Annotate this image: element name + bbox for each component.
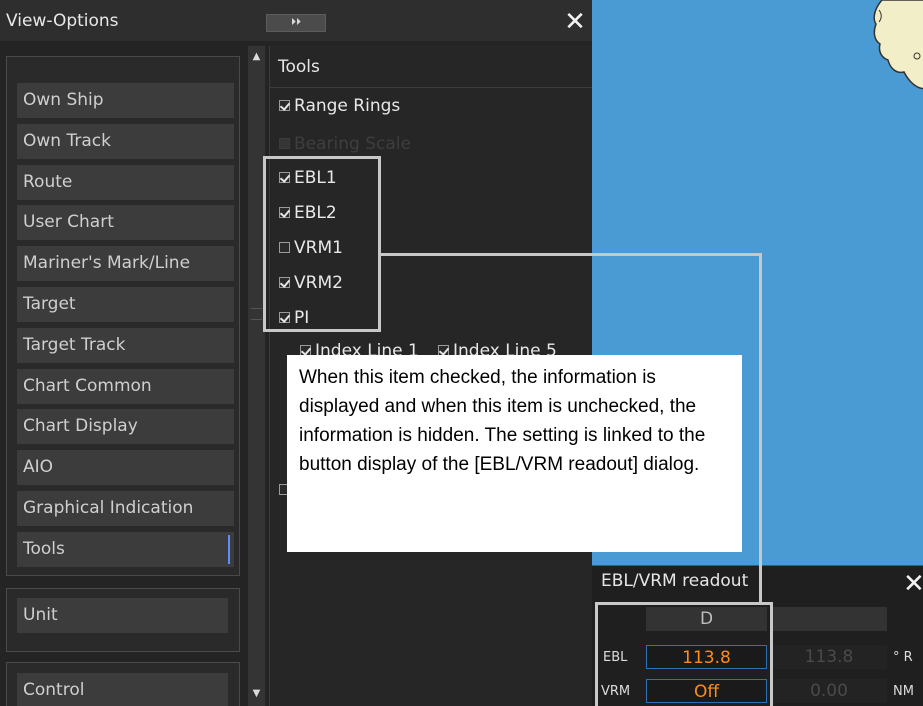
menu-item-user-chart[interactable]: User Chart [17,205,234,240]
ebl-value-secondary: 113.8 [771,645,887,669]
scroll-down-icon[interactable]: ▼ [248,682,265,706]
connector-line-horizontal [381,253,762,256]
option-index-line-1[interactable]: Index Line 1 [300,339,419,355]
checkbox-icon[interactable] [279,100,290,111]
menu-item-control[interactable]: Control [17,673,228,706]
connector-line-vertical [759,253,762,604]
close-icon[interactable]: ✕ [563,8,587,36]
expand-button[interactable]: ⏵⏵ [266,14,326,32]
option-label: Bearing Scale [294,134,411,154]
title-bar[interactable]: View-Options ⏵⏵ ✕ [0,0,592,41]
option-index-line-5[interactable]: Index Line 5 [438,339,557,355]
option-range-rings[interactable]: Range Rings [279,94,400,118]
menu-item-aio[interactable]: AIO [17,450,234,485]
view-options-window: View-Options ⏵⏵ ✕ Own Ship Own Track Route… [0,0,592,706]
menu-item-own-ship[interactable]: Own Ship [17,83,234,118]
scroll-grip[interactable] [251,308,262,320]
section-title-tools: Tools [278,57,320,77]
vrm-value-secondary: 0.00 [771,679,887,703]
section-divider [269,87,592,88]
menu-item-tools[interactable]: Tools [17,532,234,567]
option-label: Index Line 5 [453,341,557,355]
vrm-unit: NM [893,684,914,699]
checkbox-icon[interactable] [438,345,449,355]
readout-title: EBL/VRM readout [601,571,749,591]
option-bearing-scale: Bearing Scale [279,132,411,156]
menu-item-target-track[interactable]: Target Track [17,328,234,363]
annotation-callout: When this item checked, the information … [287,355,742,552]
menu-item-route[interactable]: Route [17,165,234,200]
menu-item-target[interactable]: Target [17,287,234,322]
coastline-shape [873,0,923,90]
menu-item-chart-common[interactable]: Chart Common [17,369,234,404]
menu-scrollbar[interactable]: ▲ ▼ [248,46,265,706]
checkbox-icon[interactable] [300,345,311,355]
menu-item-own-track[interactable]: Own Track [17,124,234,159]
checkbox-icon [279,138,290,149]
scroll-up-icon[interactable]: ▲ [248,46,265,68]
window-title: View-Options [6,11,119,31]
readout-column-blank [771,607,887,631]
highlight-box-readout [595,602,773,706]
highlight-box-ebl-vrm-pi [263,156,381,332]
menu-item-chart-display[interactable]: Chart Display [17,409,234,444]
option-label: Index Line 1 [315,341,419,355]
menu-item-graphical-indication[interactable]: Graphical Indication [17,491,234,526]
ebl-unit: ° R [893,650,913,665]
readout-close-icon[interactable]: ✕ [903,569,923,599]
option-label: Range Rings [294,96,401,116]
menu-item-mariner-s-mark-line[interactable]: Mariner's Mark/Line [17,246,234,281]
menu-item-unit[interactable]: Unit [17,598,228,633]
